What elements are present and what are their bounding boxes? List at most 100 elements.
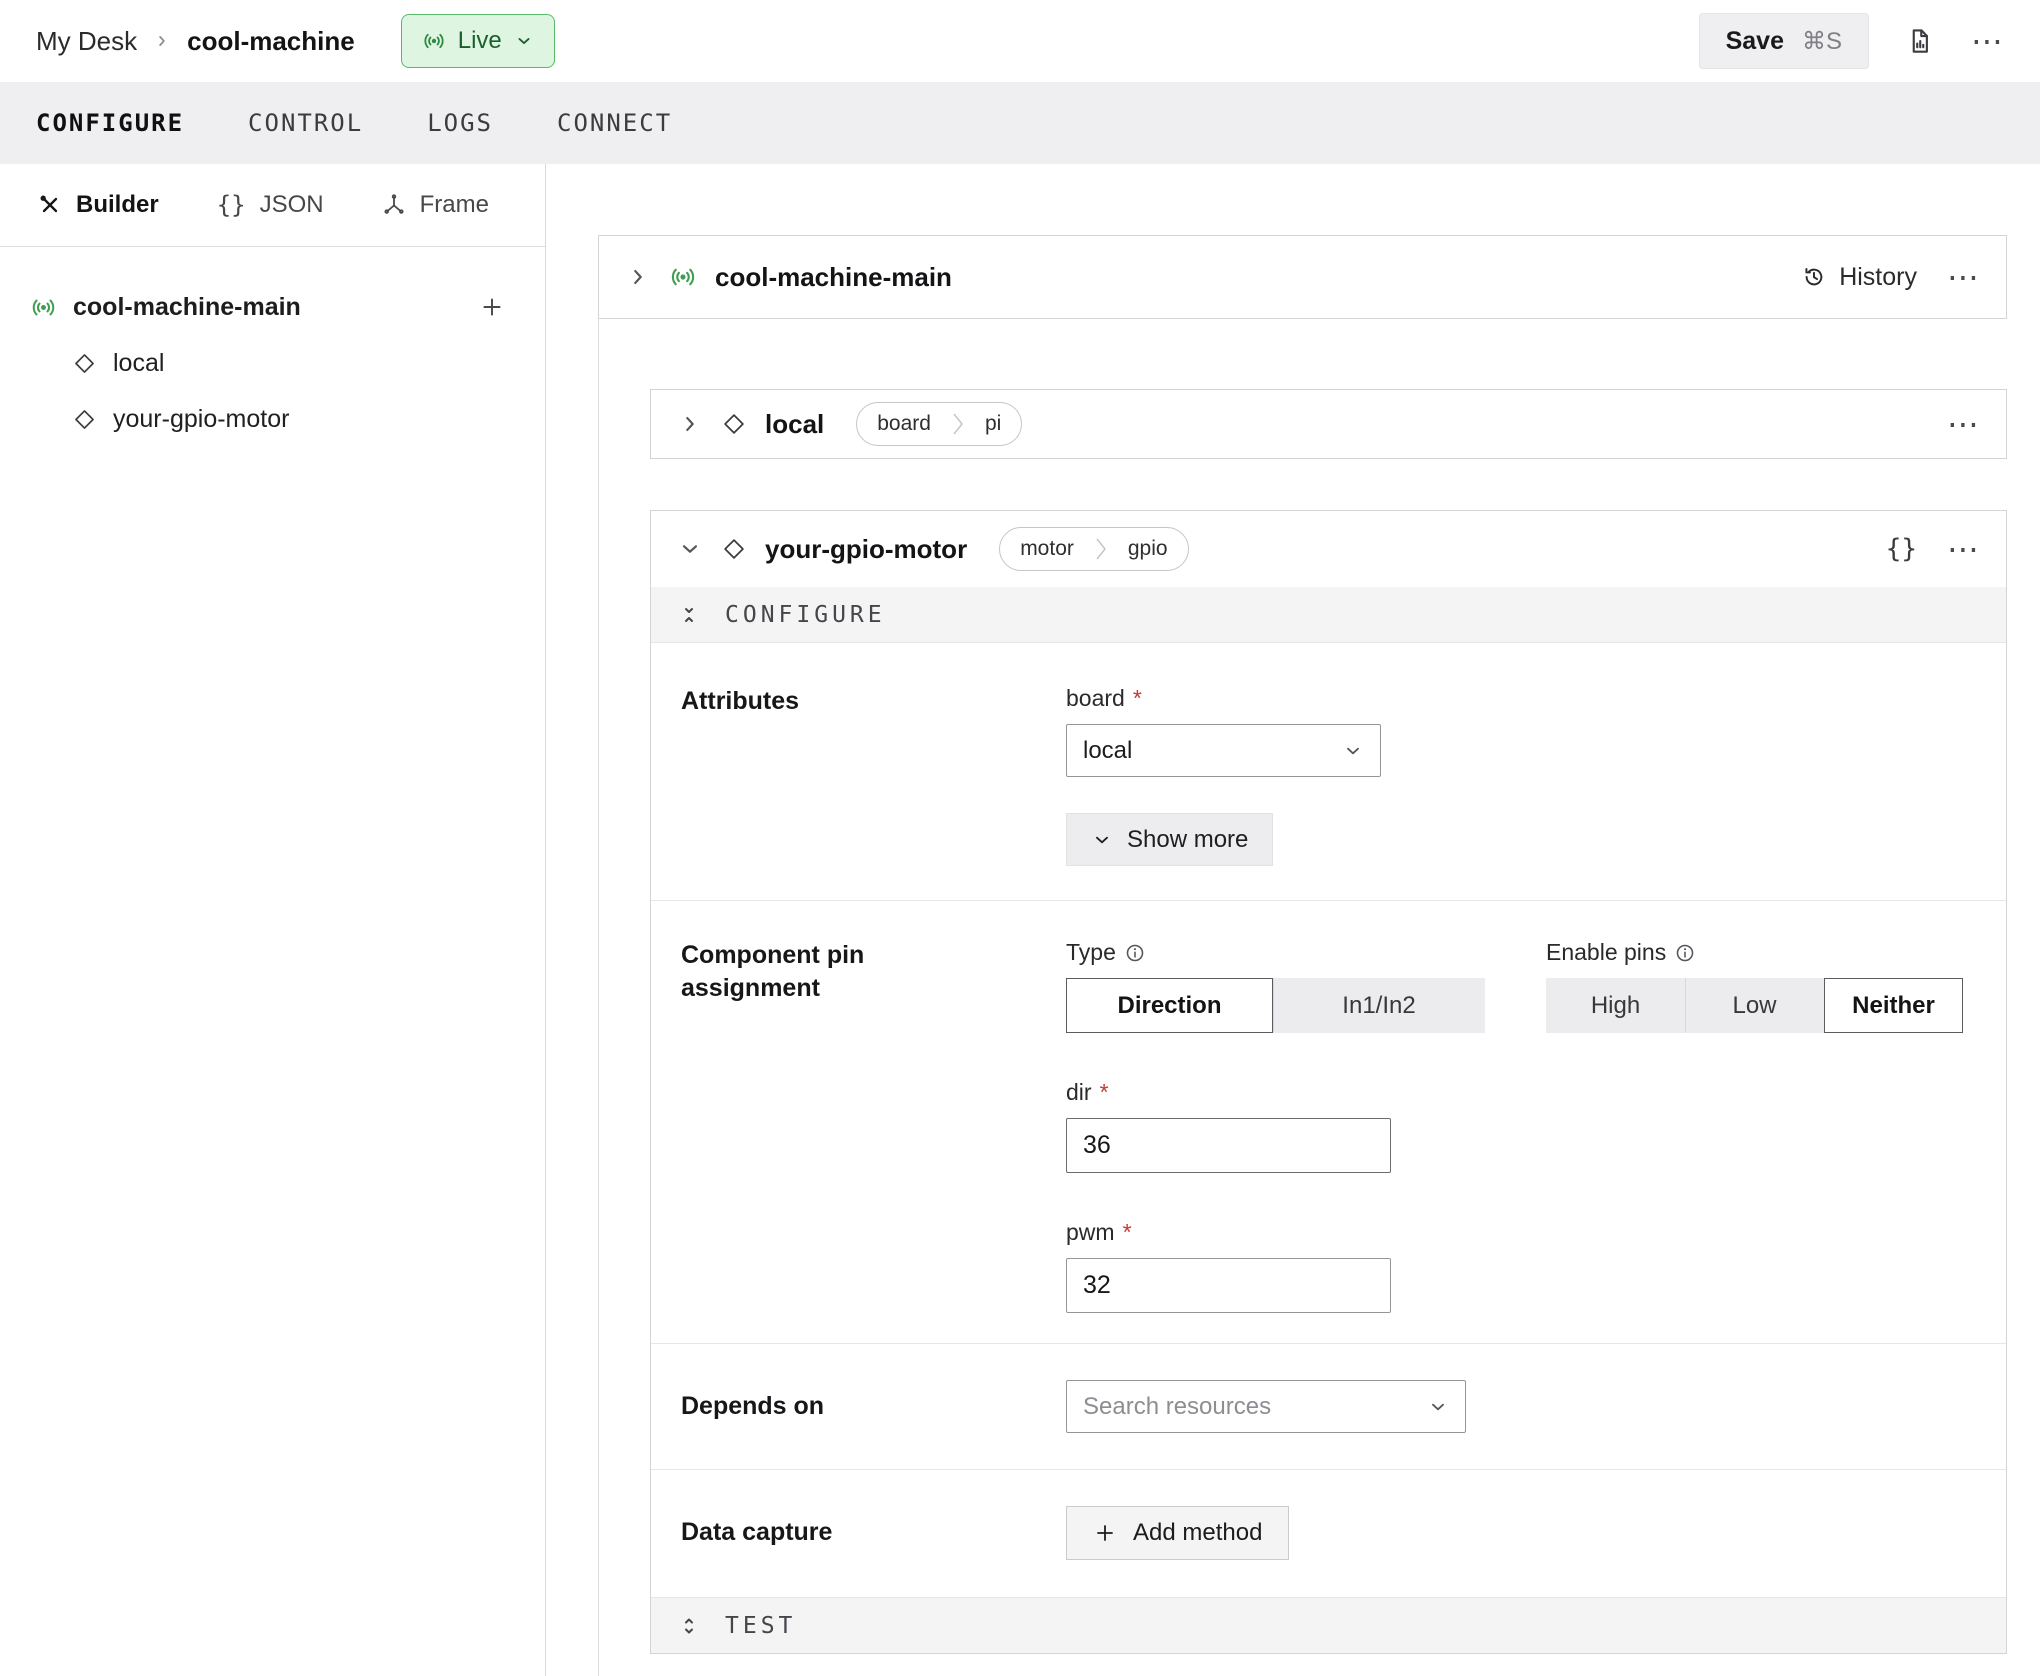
tag-gpio: gpio — [1108, 528, 1188, 570]
configure-bar-label: CONFIGURE — [725, 602, 886, 628]
frame-axes-icon — [382, 193, 406, 217]
machine-card-actions: History ⋯ — [1801, 261, 1980, 293]
expand-local-chevron[interactable] — [677, 411, 703, 437]
add-component-button[interactable] — [479, 294, 505, 320]
tree-item-machine-main[interactable]: cool-machine-main — [30, 281, 505, 333]
dir-field-label: dir * — [1066, 1079, 1963, 1106]
history-label: History — [1839, 263, 1917, 292]
type-group: Type Direction In1/In2 — [1066, 939, 1485, 1033]
config-content: cool-machine-main History ⋯ local board … — [547, 164, 2040, 1676]
pwm-input[interactable] — [1066, 1258, 1391, 1313]
component-diamond-icon — [721, 536, 747, 562]
show-more-button[interactable]: Show more — [1066, 813, 1273, 866]
pin-toggle-groups: Type Direction In1/In2 Enable pins — [1066, 939, 1963, 1033]
tab-configure[interactable]: CONFIGURE — [36, 109, 184, 137]
enable-option-low[interactable]: Low — [1685, 978, 1824, 1033]
breadcrumb-separator-icon — [153, 32, 171, 50]
type-field-label: Type — [1066, 939, 1485, 966]
board-field-label: board * — [1066, 685, 1381, 712]
machine-signal-icon — [422, 29, 446, 53]
local-card-actions: ⋯ — [1947, 408, 1980, 440]
expand-machine-chevron[interactable] — [625, 264, 651, 290]
enable-option-high[interactable]: High — [1546, 978, 1685, 1033]
view-json-label: JSON — [260, 191, 324, 219]
history-button[interactable]: History — [1801, 263, 1917, 292]
motor-overflow-button[interactable]: ⋯ — [1947, 533, 1980, 565]
machine-report-button[interactable] — [1905, 26, 1935, 56]
save-shortcut: ⌘S — [1802, 27, 1842, 56]
component-diamond-icon — [721, 411, 747, 437]
view-builder-label: Builder — [76, 191, 159, 219]
top-bar: My Desk cool-machine Live Save ⌘S ⋯ — [0, 0, 2040, 82]
view-builder[interactable]: Builder — [38, 191, 159, 219]
gpio-motor-card-header: your-gpio-motor motor gpio {} ⋯ — [651, 511, 2006, 587]
enable-pins-field-label: Enable pins — [1546, 939, 1963, 966]
enable-pins-segmented-control: High Low Neither — [1546, 978, 1963, 1033]
data-capture-label: Data capture — [681, 1506, 1066, 1560]
expand-test-icon[interactable] — [677, 1614, 701, 1638]
tree-item-local[interactable]: local — [30, 337, 505, 389]
live-label: Live — [458, 27, 502, 55]
add-method-label: Add method — [1133, 1519, 1262, 1547]
tree-machine-label: cool-machine-main — [73, 293, 301, 322]
gpio-motor-card-title: your-gpio-motor — [765, 534, 967, 565]
collapse-configure-icon[interactable] — [677, 603, 701, 627]
dir-input[interactable] — [1066, 1118, 1391, 1173]
overflow-menu-button[interactable]: ⋯ — [1971, 25, 2004, 57]
data-capture-section: Data capture Add method — [651, 1469, 2006, 1597]
local-type-tags: board pi — [856, 402, 1022, 446]
topbar-actions: Save ⌘S ⋯ — [1699, 13, 2004, 69]
pin-assignment-label: Component pin assignment — [681, 939, 1066, 1313]
machine-card: cool-machine-main History ⋯ — [598, 235, 2007, 319]
tag-board: board — [857, 403, 951, 445]
view-json[interactable]: {} JSON — [217, 191, 324, 219]
collapse-motor-chevron[interactable] — [677, 536, 703, 562]
tab-logs[interactable]: LOGS — [427, 109, 493, 137]
tab-connect[interactable]: CONNECT — [557, 109, 672, 137]
tree-item-gpio-motor[interactable]: your-gpio-motor — [30, 393, 505, 445]
live-status-button[interactable]: Live — [401, 14, 555, 68]
motor-type-tags: motor gpio — [999, 527, 1188, 571]
config-sidebar: Builder {} JSON Frame cool-machine-main … — [0, 164, 546, 1676]
edit-json-button[interactable]: {} — [1886, 534, 1917, 564]
unfold-icon — [677, 1614, 701, 1638]
breadcrumb-current: cool-machine — [187, 26, 355, 57]
local-board-card: local board pi ⋯ — [650, 389, 2007, 459]
pin-assignment-fields: Type Direction In1/In2 Enable pins — [1066, 939, 1963, 1313]
depends-on-placeholder: Search resources — [1083, 1393, 1271, 1421]
file-chart-icon — [1905, 26, 1935, 56]
view-frame[interactable]: Frame — [382, 191, 489, 219]
attributes-label: Attributes — [681, 685, 1066, 866]
machine-card-title: cool-machine-main — [715, 262, 952, 293]
info-icon[interactable] — [1124, 942, 1146, 964]
enable-pins-group: Enable pins High Low Neither — [1546, 939, 1963, 1033]
type-option-in1in2[interactable]: In1/In2 — [1273, 978, 1485, 1033]
enable-option-neither[interactable]: Neither — [1824, 978, 1963, 1033]
type-option-direction[interactable]: Direction — [1066, 978, 1273, 1033]
depends-on-select[interactable]: Search resources — [1066, 1380, 1466, 1433]
breadcrumb: My Desk cool-machine — [36, 26, 355, 57]
view-switcher: Builder {} JSON Frame — [0, 164, 545, 247]
motor-card-actions: {} ⋯ — [1886, 533, 1980, 565]
test-bar-label: TEST — [725, 1613, 796, 1639]
info-icon[interactable] — [1674, 942, 1696, 964]
local-overflow-button[interactable]: ⋯ — [1947, 408, 1980, 440]
chevron-right-icon — [625, 264, 651, 290]
local-card-title: local — [765, 409, 824, 440]
resource-tree: cool-machine-main local your-gpio-motor — [0, 247, 545, 445]
board-select[interactable]: local — [1066, 724, 1381, 777]
dir-field-group: dir * — [1066, 1079, 1963, 1173]
tab-control[interactable]: CONTROL — [248, 109, 363, 137]
plus-icon — [1093, 1521, 1117, 1545]
machine-overflow-button[interactable]: ⋯ — [1947, 261, 1980, 293]
builder-tools-icon — [38, 193, 62, 217]
machine-signal-icon — [30, 294, 57, 321]
tag-motor: motor — [1000, 528, 1094, 570]
save-button[interactable]: Save ⌘S — [1699, 13, 1869, 69]
component-diamond-icon — [72, 351, 97, 376]
test-section-bar: TEST — [651, 1597, 2006, 1653]
required-asterisk: * — [1100, 1079, 1109, 1106]
add-method-button[interactable]: Add method — [1066, 1506, 1289, 1560]
breadcrumb-parent[interactable]: My Desk — [36, 26, 137, 57]
machine-children: local board pi ⋯ your-gpio-motor motor — [598, 319, 2007, 1676]
